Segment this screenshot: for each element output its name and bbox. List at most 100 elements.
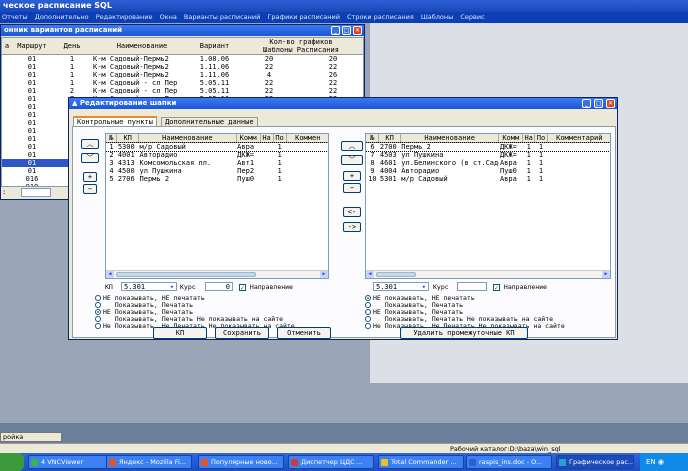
column-header[interactable]: Наименование: [400, 134, 500, 143]
right-direction-check[interactable]: ✓ Направление: [493, 283, 547, 291]
radio-icon[interactable]: [365, 323, 371, 329]
taskbar-item[interactable]: Total Commander ...: [378, 455, 464, 469]
scroll-right-icon[interactable]: ▶: [602, 271, 610, 278]
right-remove-button[interactable]: −: [343, 183, 361, 193]
save-button[interactable]: Сохранить: [215, 327, 269, 339]
table-row[interactable]: 7 4503 ул Пушкина ДКЖ= 1 1: [366, 151, 610, 159]
table-row[interactable]: 1 5300 м/р Садовый Авра 1: [106, 141, 328, 152]
menu-item-templates[interactable]: Шаблоны: [421, 13, 453, 21]
scroll-right-icon[interactable]: ▶: [320, 271, 328, 278]
table-row[interactable]: 01 1 К-м Садовый-Пермь2 1.08.06 20 20: [2, 55, 363, 63]
column-header[interactable]: №: [366, 134, 380, 143]
maximize-icon[interactable]: □: [594, 99, 603, 108]
tab-route-settings[interactable]: ройка маршрута: [0, 432, 62, 449]
col-variant[interactable]: Вариант: [192, 38, 237, 55]
table-row[interactable]: 6 2700 Пермь 2 ДКЖ= 1 1: [366, 141, 610, 152]
checkbox-icon[interactable]: ✓: [239, 283, 246, 291]
column-header[interactable]: №: [106, 134, 118, 143]
menu-item-extra[interactable]: Дополнительно: [35, 13, 89, 21]
radio-icon[interactable]: [95, 323, 101, 329]
left-kp-select[interactable]: 5.301 ▾: [121, 282, 177, 291]
col-route[interactable]: Маршрут: [12, 38, 52, 55]
right-hscroll[interactable]: ◀ ▶: [366, 270, 610, 278]
right-move-down-button[interactable]: ﹀: [341, 155, 363, 165]
kp-button[interactable]: КП: [153, 327, 207, 339]
remove-button[interactable]: −: [83, 184, 97, 194]
move-left-button[interactable]: <-: [343, 207, 361, 217]
minimize-icon[interactable]: _: [582, 99, 591, 108]
taskbar-item[interactable]: 4 VNCViewer: [28, 455, 114, 469]
col-a[interactable]: а: [2, 38, 12, 55]
menu-item-windows[interactable]: Окна: [160, 13, 177, 21]
column-header[interactable]: КП: [378, 134, 401, 143]
column-header[interactable]: На: [522, 134, 536, 143]
network-icon[interactable]: ◉: [658, 458, 664, 466]
language-indicator[interactable]: EN: [646, 458, 656, 466]
right-kurs-input[interactable]: [457, 282, 487, 291]
column-header[interactable]: По: [534, 134, 548, 143]
menu-item-variants[interactable]: Варианты расписаний: [184, 13, 260, 21]
table-row[interactable]: 5 2706 Пермь 2 Пуш0 1: [106, 175, 328, 183]
taskbar-item[interactable]: Яндекс - Mozilla Fi...: [106, 455, 192, 469]
col-name[interactable]: Наименование: [92, 38, 192, 55]
table-cell: К-м Садовый-Пермь2: [93, 55, 169, 63]
checkbox-icon[interactable]: ✓: [493, 283, 500, 291]
table-cell: [2, 79, 12, 87]
scroll-left-icon[interactable]: ◀: [106, 271, 114, 278]
col-schedules: Расписания: [296, 46, 339, 54]
column-header[interactable]: Комм: [236, 134, 261, 143]
col-graphs[interactable]: Кол-во графиков Шаблоны Расписания: [237, 38, 363, 55]
minimize-icon[interactable]: _: [331, 26, 340, 35]
move-down-button[interactable]: ﹀: [81, 153, 99, 163]
menu-item-reports[interactable]: Отчеты: [2, 13, 28, 21]
menu-item-service[interactable]: Сервис: [460, 13, 484, 21]
table-cell: 01: [27, 159, 37, 167]
column-header[interactable]: По: [273, 134, 287, 143]
column-header[interactable]: Наименование: [138, 134, 237, 143]
table-row[interactable]: 4 4500 ул Пушкина Пер2 1: [106, 167, 328, 175]
maximize-icon[interactable]: □: [342, 26, 351, 35]
col-day[interactable]: День: [52, 38, 92, 55]
move-right-button[interactable]: ->: [343, 222, 361, 232]
col-graphs-label: Кол-во графиков: [269, 38, 333, 46]
table-row[interactable]: 3 4313 Комсомольская пл. Авт1 1: [106, 159, 328, 167]
table-row[interactable]: 2 4001 Авторадио ДКЖ= 1: [106, 151, 328, 159]
taskbar-item[interactable]: Графическое рас...: [556, 455, 634, 469]
table-row[interactable]: 01 1 К-м Садовый-Пермь2 1.11.06 22 22: [2, 63, 363, 71]
close-icon[interactable]: ✕: [353, 26, 362, 35]
right-move-up-button[interactable]: ︿: [341, 141, 363, 151]
column-header[interactable]: На: [260, 134, 274, 143]
scroll-left-icon[interactable]: ◀: [366, 271, 374, 278]
taskbar-item[interactable]: raspis_ins.doc - O...: [466, 455, 552, 469]
menu-item-edit[interactable]: Редактирование: [96, 13, 153, 21]
remove-intermediate-kp-button[interactable]: Удалить промежуточные КП: [400, 327, 528, 339]
column-header[interactable]: КП: [116, 134, 140, 143]
taskbar-item[interactable]: Популярные ново...: [198, 455, 284, 469]
left-direction-check[interactable]: ✓ Направление: [239, 283, 293, 291]
menu-item-rows[interactable]: Строки расписания: [347, 13, 414, 21]
left-kurs-input[interactable]: 0: [205, 282, 233, 291]
start-button[interactable]: [0, 453, 24, 471]
table-row[interactable]: 10 5301 м/р Садовый Авра 1 1: [366, 175, 610, 183]
table-row[interactable]: 01 1 К-м Садовый - сл Пер 5.05.11 22 22: [2, 79, 363, 87]
column-header[interactable]: Комментарий: [547, 134, 610, 143]
column-header[interactable]: Коммен: [286, 134, 328, 143]
close-icon[interactable]: ✕: [606, 99, 615, 108]
left-hscroll[interactable]: ◀ ▶: [106, 270, 328, 278]
menu-item-graphs[interactable]: Графики расписаний: [267, 13, 339, 21]
taskbar-item[interactable]: Диспетчер ЦДС ...: [288, 455, 374, 469]
table-row[interactable]: 01 2 К-м Садовый - сл Пер 5.05.11 22 22: [2, 87, 363, 95]
column-header[interactable]: Комм: [498, 134, 524, 143]
left-kp-table[interactable]: № КП Наименование Комм На По Коммен 1 5300 м/р С…: [105, 133, 329, 279]
right-kp-table[interactable]: № КП Наименование Комм На По Комментарий 6 2700…: [365, 133, 611, 279]
move-up-button[interactable]: ︿: [81, 139, 99, 149]
cancel-button[interactable]: Отменить: [277, 327, 331, 339]
filter-input[interactable]: [21, 188, 51, 197]
table-row[interactable]: 01 1 К-м Садовый-Пермь2 1.11.06 4 26: [2, 71, 363, 79]
add-button[interactable]: +: [83, 172, 97, 182]
table-cell: Авра: [499, 159, 517, 167]
right-add-button[interactable]: +: [343, 171, 361, 181]
table-row[interactable]: 9 4004 Авторадио Пуш0 1 1: [366, 167, 610, 175]
table-row[interactable]: 8 4601 ул.Белинского (в ст.Садов.)Авра 11: [366, 159, 610, 167]
right-kp-select[interactable]: 5.301 ▾: [373, 282, 429, 291]
